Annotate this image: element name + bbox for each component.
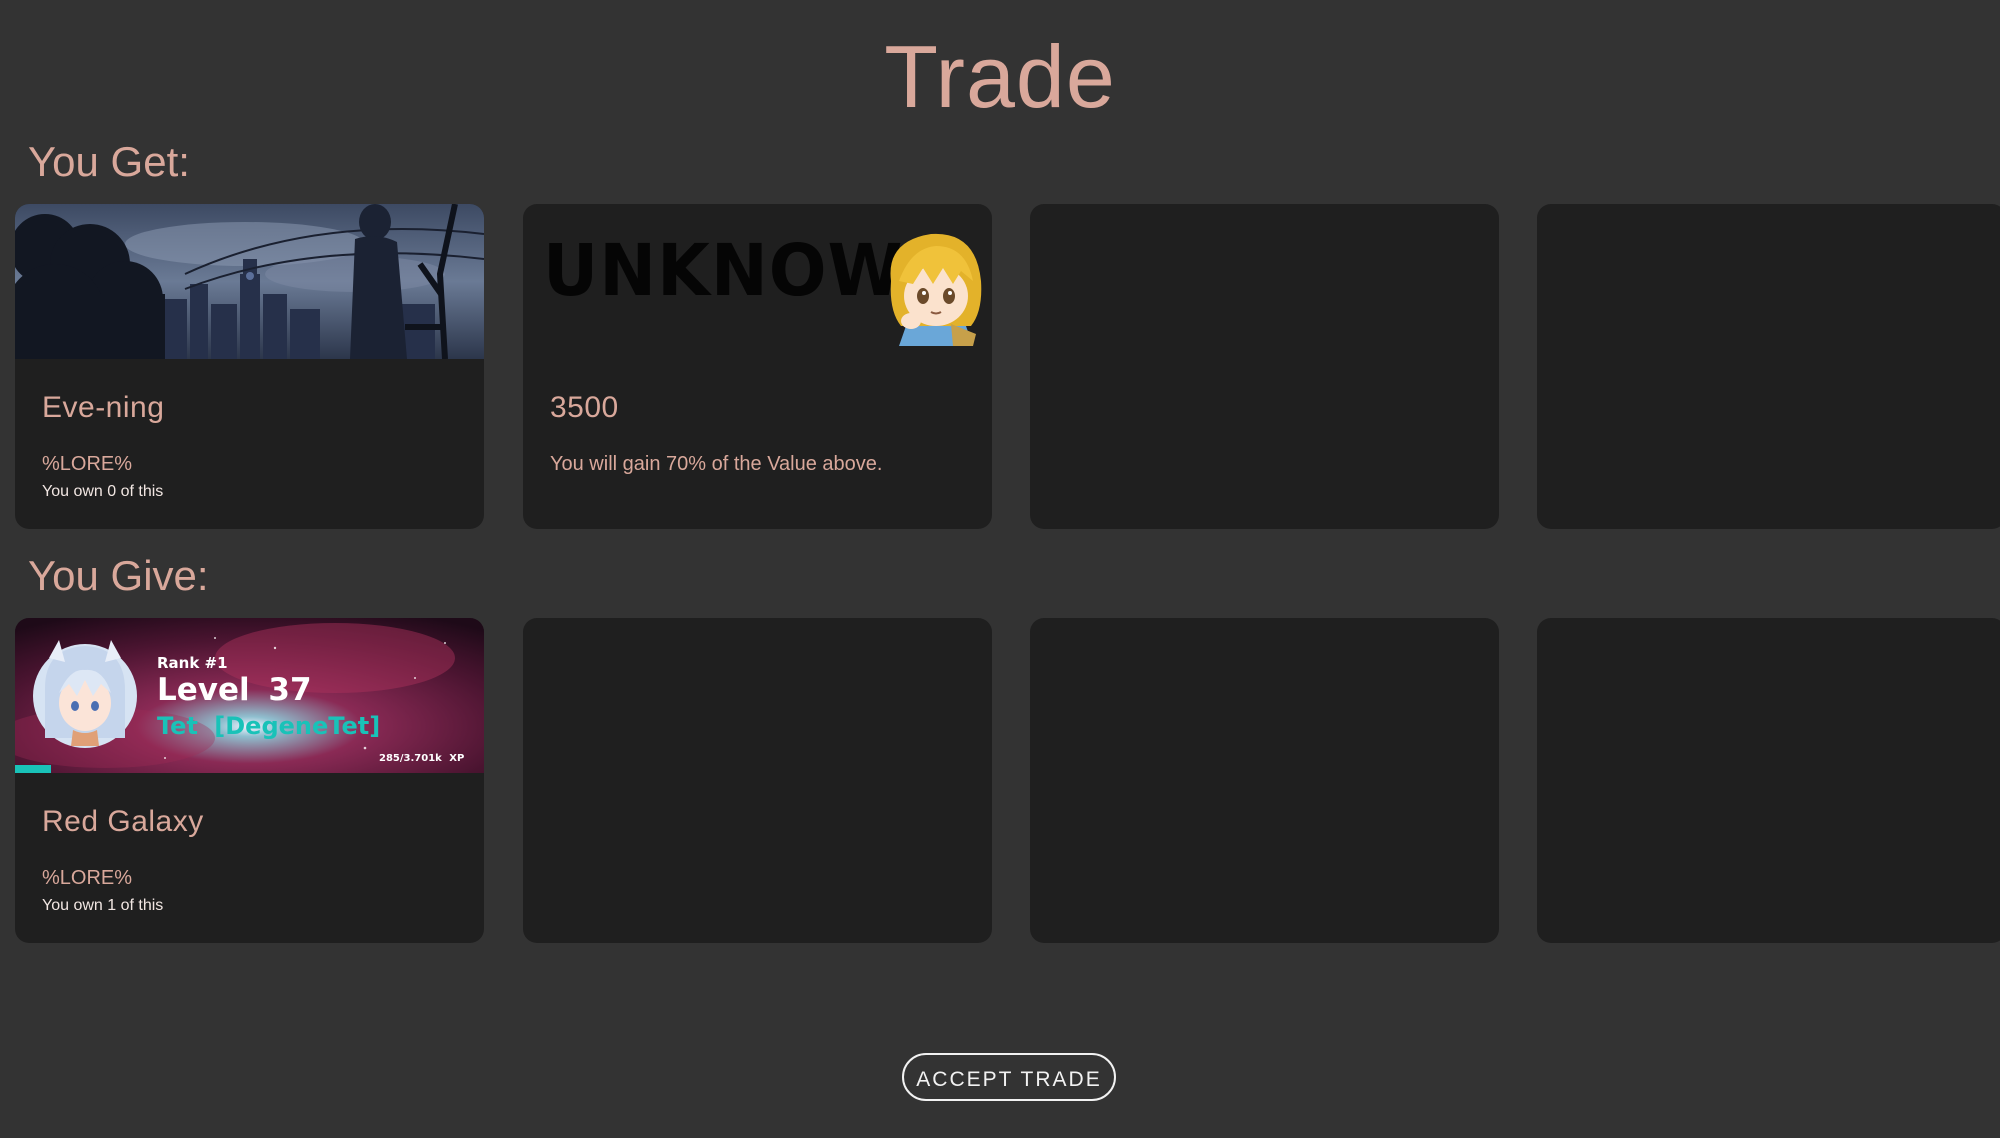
red-galaxy-banner-image: Rank #1 Level 37 Tet [DegeneTet] 285/3.7… [15,618,484,773]
card-lore: %LORE% [42,867,133,889]
you-give-label: You Give: [28,552,209,599]
trade-card-currency[interactable]: UNKNOWN 3500 You will gain 70% of the Va… [523,204,992,529]
card-title: 3500 [550,391,619,424]
page-title: Trade [884,27,1116,126]
empty-slot[interactable] [523,618,992,943]
you-get-label: You Get: [28,138,190,185]
banner-xp: 285/3.701k XP [379,753,465,764]
empty-slot[interactable] [1030,204,1499,529]
unknown-banner-image: UNKNOWN [523,204,992,359]
you-get-row: Eve-ning %LORE% You own 0 of this UNKNOW… [15,204,2000,529]
banner-username: Tet [DegeneTet] [157,712,381,740]
card-title: Eve-ning [42,391,165,424]
empty-slot[interactable] [1030,618,1499,943]
you-give-row: Rank #1 Level 37 Tet [DegeneTet] 285/3.7… [15,618,2000,943]
empty-slot[interactable] [1537,618,2000,943]
card-title: Red Galaxy [42,805,204,838]
chibi-character-icon [890,233,982,346]
card-ownership: You own 1 of this [42,897,164,914]
banner-level: Level 37 [157,672,312,708]
card-ownership: You own 0 of this [42,483,164,500]
trade-card-evening[interactable]: Eve-ning %LORE% You own 0 of this [15,204,484,529]
card-lore: %LORE% [42,453,133,475]
banner-rank: Rank #1 [157,654,228,672]
card-description: You will gain 70% of the Value above. [550,453,883,475]
evening-banner-image [15,204,484,359]
trade-card-red-galaxy[interactable]: Rank #1 Level 37 Tet [DegeneTet] 285/3.7… [15,618,484,943]
accept-trade-button[interactable]: ACCEPT TRADE [902,1053,1116,1101]
empty-slot[interactable] [1537,204,2000,529]
